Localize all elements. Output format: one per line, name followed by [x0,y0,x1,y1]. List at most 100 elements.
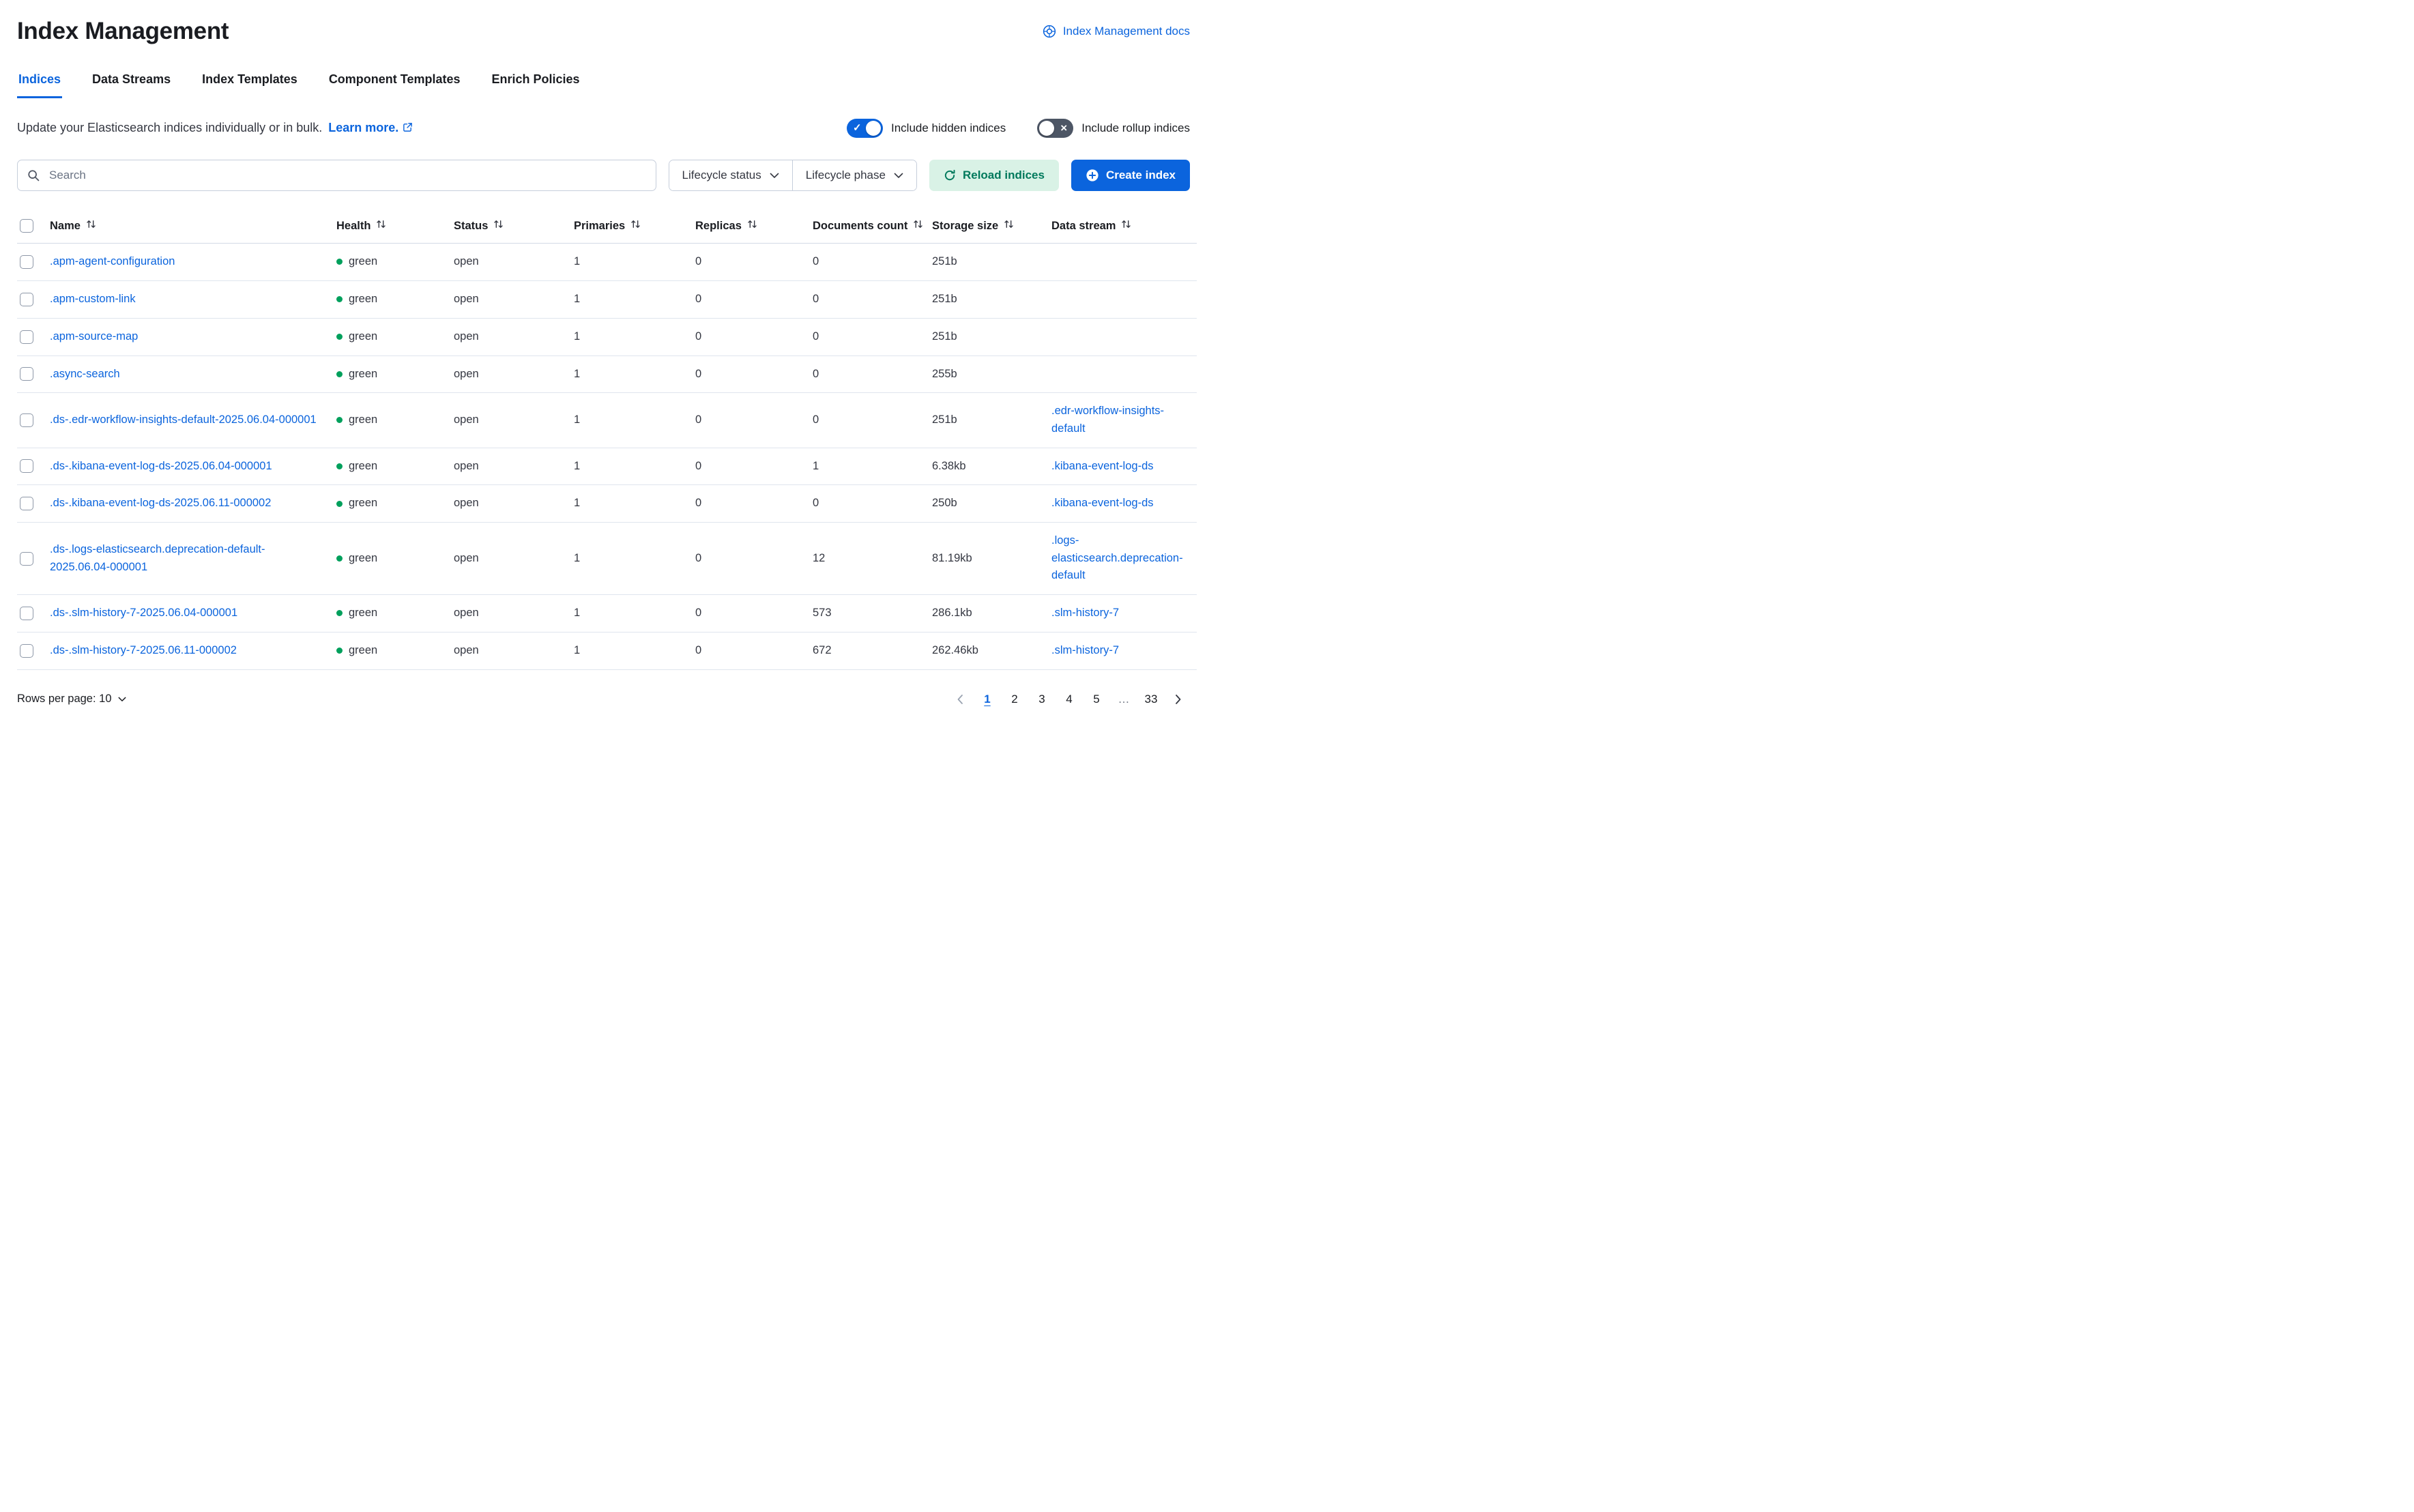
learn-more-link[interactable]: Learn more. [328,121,398,134]
previous-page-button[interactable] [948,688,972,711]
page-number-2[interactable]: 2 [1003,688,1026,711]
lifecycle-phase-filter[interactable]: Lifecycle phase [792,160,916,190]
row-checkbox[interactable] [20,552,33,566]
sort-icon [493,218,504,233]
column-header-storage-size[interactable]: Storage size [932,218,1015,233]
select-all-checkbox[interactable] [20,219,33,233]
storage-size-value: 251b [932,280,1051,318]
primaries-value: 1 [574,318,695,355]
lifecycle-status-filter[interactable]: Lifecycle status [669,160,792,190]
row-checkbox[interactable] [20,367,33,381]
row-checkbox[interactable] [20,255,33,269]
sort-icon [375,218,387,233]
data-stream-link[interactable]: .kibana-event-log-ds [1051,495,1184,512]
status-value: open [454,393,574,448]
row-checkbox[interactable] [20,413,33,427]
next-page-button[interactable] [1167,688,1190,711]
storage-size-value: 250b [932,485,1051,523]
documents-count-value: 1 [813,448,932,485]
tab-component-templates[interactable]: Component Templates [328,71,462,98]
tab-indices[interactable]: Indices [17,71,62,98]
lifecycle-status-label: Lifecycle status [682,169,761,182]
lifecycle-phase-label: Lifecycle phase [806,169,886,182]
include-rollup-label: Include rollup indices [1081,121,1190,135]
index-name-link[interactable]: .ds-.logs-elasticsearch.deprecation-defa… [50,541,324,576]
column-header-name[interactable]: Name [50,218,97,233]
data-stream-link[interactable]: .kibana-event-log-ds [1051,458,1184,476]
row-checkbox[interactable] [20,644,33,658]
documents-count-value: 0 [813,318,932,355]
documents-count-value: 0 [813,355,932,393]
row-checkbox[interactable] [20,330,33,344]
table-row: .apm-custom-link green open 1 0 0 251b [17,280,1197,318]
table-footer: Rows per page: 10 1 2 3 4 5 … 33 [17,688,1190,711]
page-number-5[interactable]: 5 [1085,688,1108,711]
column-header-primaries[interactable]: Primaries [574,218,641,233]
index-name-link[interactable]: .async-search [50,366,324,383]
storage-size-value: 6.38kb [932,448,1051,485]
index-name-link[interactable]: .apm-custom-link [50,291,324,308]
column-header-documents-count[interactable]: Documents count [813,218,924,233]
data-stream-link[interactable]: .logs-elasticsearch.deprecation-default [1051,532,1184,585]
page-number-1[interactable]: 1 [976,688,999,711]
index-name-link[interactable]: .ds-.kibana-event-log-ds-2025.06.04-0000… [50,458,324,476]
create-index-button[interactable]: Create index [1071,160,1190,191]
include-hidden-switch[interactable]: ✓ [847,119,883,138]
tab-data-streams[interactable]: Data Streams [91,71,172,98]
health-label: green [349,328,377,346]
page-title: Index Management [17,18,229,45]
column-header-status[interactable]: Status [454,218,504,233]
index-name-link[interactable]: .ds-.kibana-event-log-ds-2025.06.11-0000… [50,495,324,512]
external-link-icon [403,121,413,135]
include-rollup-switch[interactable]: × [1037,119,1073,138]
include-rollup-toggle-group: × Include rollup indices [1037,119,1190,138]
docs-link[interactable]: Index Management docs [1042,24,1190,39]
data-stream-link[interactable]: .slm-history-7 [1051,642,1184,660]
row-checkbox[interactable] [20,607,33,620]
page-number-3[interactable]: 3 [1030,688,1053,711]
index-name-link[interactable]: .ds-.edr-workflow-insights-default-2025.… [50,411,324,429]
health-dot-icon [336,371,343,377]
health-label: green [349,411,377,429]
health-dot-icon [336,334,343,340]
replicas-value: 0 [695,318,813,355]
replicas-value: 0 [695,393,813,448]
include-hidden-toggle-group: ✓ Include hidden indices [847,119,1006,138]
row-checkbox[interactable] [20,293,33,306]
row-checkbox[interactable] [20,459,33,473]
rows-per-page-label: Rows per page: 10 [17,693,112,706]
primaries-value: 1 [574,355,695,393]
chevron-down-icon [894,173,903,179]
row-checkbox[interactable] [20,497,33,510]
cross-icon: × [1060,122,1067,134]
index-name-link[interactable]: .ds-.slm-history-7-2025.06.11-000002 [50,642,324,660]
storage-size-value: 262.46kb [932,632,1051,669]
page-number-33[interactable]: 33 [1139,688,1163,711]
switch-thumb [1039,121,1054,136]
search-icon [27,169,40,185]
table-row: .ds-.slm-history-7-2025.06.04-000001 gre… [17,594,1197,632]
tab-index-templates[interactable]: Index Templates [201,71,299,98]
primaries-value: 1 [574,280,695,318]
indices-table: Name Health Status Primaries Replicas Do… [17,209,1197,670]
storage-size-value: 255b [932,355,1051,393]
data-stream-link[interactable]: .slm-history-7 [1051,605,1184,622]
status-value: open [454,280,574,318]
status-value: open [454,594,574,632]
column-header-data-stream[interactable]: Data stream [1051,218,1132,233]
search-input[interactable] [17,160,656,191]
reload-indices-button[interactable]: Reload indices [929,160,1059,191]
rows-per-page-button[interactable]: Rows per page: 10 [17,693,126,706]
column-header-replicas[interactable]: Replicas [695,218,758,233]
primaries-value: 1 [574,244,695,281]
index-name-link[interactable]: .apm-source-map [50,328,324,346]
replicas-value: 0 [695,523,813,595]
table-row: .async-search green open 1 0 0 255b [17,355,1197,393]
status-value: open [454,318,574,355]
index-name-link[interactable]: .ds-.slm-history-7-2025.06.04-000001 [50,605,324,622]
tab-enrich-policies[interactable]: Enrich Policies [491,71,581,98]
index-name-link[interactable]: .apm-agent-configuration [50,253,324,271]
page-number-4[interactable]: 4 [1058,688,1081,711]
column-header-health[interactable]: Health [336,218,387,233]
data-stream-link[interactable]: .edr-workflow-insights-default [1051,403,1184,437]
